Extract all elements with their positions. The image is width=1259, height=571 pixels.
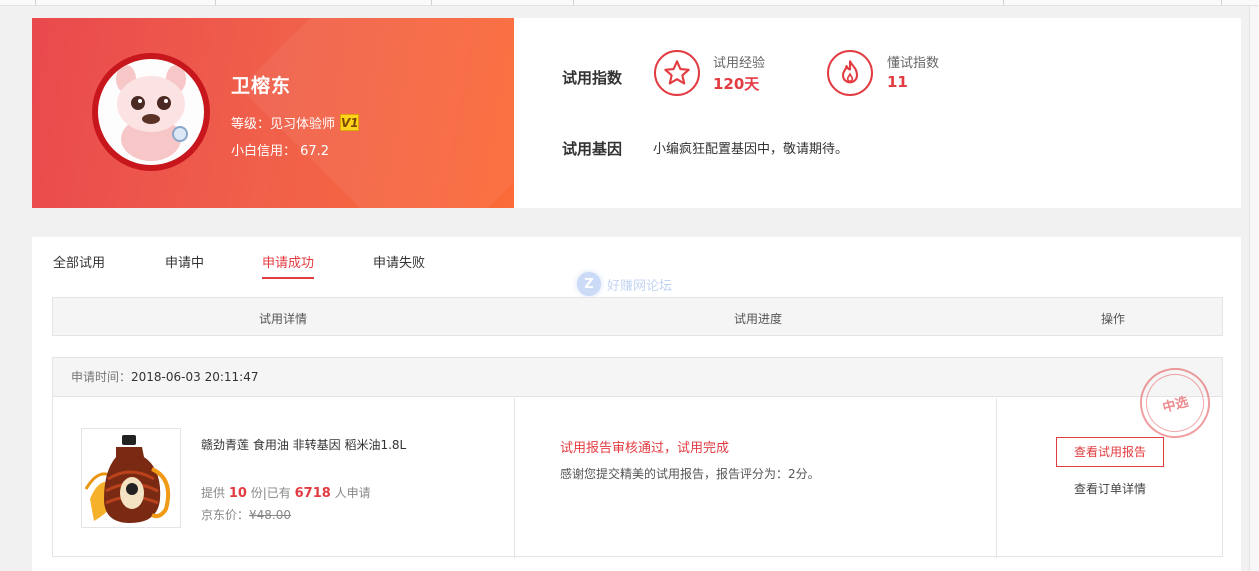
price-label: 京东价： [201, 508, 250, 522]
dongshi-value: 11 [887, 73, 908, 91]
avatar[interactable] [92, 53, 210, 171]
tab-applying[interactable]: 申请中 [165, 252, 204, 277]
vertical-scrollbar[interactable] [1249, 6, 1259, 571]
trial-list-panel: 全部试用 申请中 申请成功 申请失败 Z 好赚网论坛 试用详情 试用进度 操作 … [32, 237, 1241, 571]
flame-icon [827, 50, 873, 96]
oil-bottle-icon [84, 435, 171, 523]
product-name[interactable]: 赣劲青莲 食用油 非转基因 稻米油1.8L [201, 436, 406, 453]
product-price: 京东价：¥48.00 [201, 506, 291, 523]
user-level-text: 等级：见习体验师 [231, 117, 336, 132]
browser-top-strip [0, 0, 1259, 6]
apply-time: 2018-06-03 20:11:47 [131, 370, 259, 384]
gene-title: 试用基因 [562, 140, 623, 158]
product-image[interactable] [81, 428, 181, 528]
order-card: 申请时间：2018-06-03 20:11:47 赣劲青莲 食用油 非转基因 稻… [52, 357, 1223, 558]
user-level: 等级：见习体验师 V1 [231, 113, 360, 132]
strip-segment [216, 0, 432, 5]
supply-count: 10 [228, 486, 247, 501]
order-header: 申请时间：2018-06-03 20:11:47 [53, 358, 1222, 397]
level-badge-icon: V1 [340, 114, 360, 131]
strip-segment [36, 0, 216, 5]
dongshi-label: 懂试指数 [887, 56, 940, 71]
experience-label: 试用经验 [713, 56, 766, 71]
view-report-button[interactable]: 查看试用报告 [1056, 437, 1164, 467]
gene-text: 小编疯狂配置基因中，敬请期待。 [653, 142, 849, 157]
column-divider [514, 398, 515, 558]
applicant-count: 6718 [294, 486, 331, 501]
avatar-image [98, 59, 204, 165]
index-title: 试用指数 [562, 69, 623, 87]
user-name: 卫榕东 [231, 75, 292, 97]
strip-segment [0, 0, 36, 5]
watermark-logo-icon: Z [577, 272, 601, 296]
strip-segment [574, 0, 1004, 5]
apply-time-label: 申请时间： [71, 370, 132, 384]
tab-failed[interactable]: 申请失败 [373, 252, 425, 277]
supply-suffix: 人申请 [334, 486, 371, 500]
strip-segment [1004, 0, 1222, 5]
flame-glyph [841, 60, 859, 84]
column-divider [996, 398, 997, 558]
header-progress: 试用进度 [734, 312, 783, 326]
watermark: Z 好赚网论坛 [577, 272, 672, 296]
header-action: 操作 [1101, 312, 1126, 326]
star-glyph [664, 60, 690, 85]
table-header: 试用详情 试用进度 操作 [52, 297, 1223, 336]
user-credit: 小白信用： 67.2 [231, 144, 330, 159]
product-supply: 提供 10 份|已有 6718 人申请 [201, 484, 371, 501]
watermark-text: 好赚网论坛 [607, 278, 673, 294]
view-order-link[interactable]: 查看订单详情 [1074, 480, 1146, 497]
strip-segment [432, 0, 574, 5]
progress-status: 试用报告审核通过，试用完成 [560, 441, 730, 456]
price-value: ¥48.00 [249, 508, 292, 522]
header-detail: 试用详情 [259, 312, 308, 326]
tab-success[interactable]: 申请成功 [262, 252, 315, 279]
tab-all[interactable]: 全部试用 [53, 252, 105, 277]
stamp-text: 中选 [1139, 367, 1211, 439]
supply-prefix: 提供 [201, 486, 226, 500]
supply-mid: 份|已有 [250, 486, 291, 500]
progress-description: 感谢您提交精美的试用报告，报告评分为：2分。 [560, 467, 820, 481]
profile-banner: 卫榕东 等级：见习体验师 V1 小白信用： 67.2 [32, 18, 514, 208]
star-icon [654, 50, 700, 96]
trial-stats: 试用指数 试用经验 120天 懂试指数 11 试用基因 小编疯狂配置基因中，敬请… [514, 18, 1241, 208]
mascot-icon [116, 65, 188, 161]
experience-value: 120天 [713, 75, 760, 93]
